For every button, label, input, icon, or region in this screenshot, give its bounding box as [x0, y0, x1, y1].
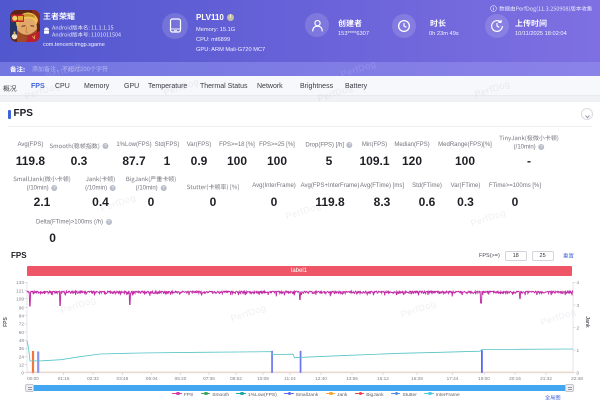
svg-text:20:16: 20:16 [509, 376, 521, 381]
svg-text:0: 0 [21, 371, 24, 376]
svg-text:109: 109 [16, 297, 24, 302]
svg-text:1: 1 [577, 348, 580, 353]
svg-text:Jank: Jank [584, 316, 590, 328]
svg-text:FPS: FPS [3, 316, 9, 326]
svg-text:22:48: 22:48 [571, 376, 583, 381]
svg-text:06:20: 06:20 [175, 376, 187, 381]
svg-text:03:48: 03:48 [117, 376, 129, 381]
svg-text:3: 3 [577, 303, 580, 308]
svg-text:02:32: 02:32 [87, 376, 99, 381]
svg-text:19:00: 19:00 [478, 376, 490, 381]
svg-text:36: 36 [19, 346, 25, 351]
svg-text:24: 24 [19, 354, 25, 359]
svg-text:00:00: 00:00 [27, 376, 39, 381]
svg-text:17:44: 17:44 [447, 376, 459, 381]
svg-text:08:52: 08:52 [230, 376, 242, 381]
svg-text:12:40: 12:40 [315, 376, 327, 381]
svg-text:96: 96 [19, 305, 25, 310]
svg-text:133: 133 [16, 280, 24, 285]
svg-text:16:28: 16:28 [411, 376, 423, 381]
svg-text:12: 12 [19, 362, 25, 367]
svg-text:84: 84 [19, 314, 25, 319]
svg-text:48: 48 [19, 338, 25, 343]
svg-text:13:56: 13:56 [346, 376, 358, 381]
svg-text:11:24: 11:24 [284, 376, 296, 381]
svg-text:10:08: 10:08 [257, 376, 269, 381]
svg-text:72: 72 [19, 322, 25, 327]
svg-text:121: 121 [16, 288, 24, 293]
svg-text:60: 60 [19, 330, 25, 335]
svg-text:4: 4 [577, 280, 580, 285]
svg-text:15:12: 15:12 [377, 376, 389, 381]
svg-text:21:32: 21:32 [540, 376, 552, 381]
svg-text:01:16: 01:16 [58, 376, 70, 381]
svg-text:2: 2 [577, 325, 580, 330]
svg-text:07:36: 07:36 [203, 376, 215, 381]
svg-text:05:04: 05:04 [146, 376, 158, 381]
